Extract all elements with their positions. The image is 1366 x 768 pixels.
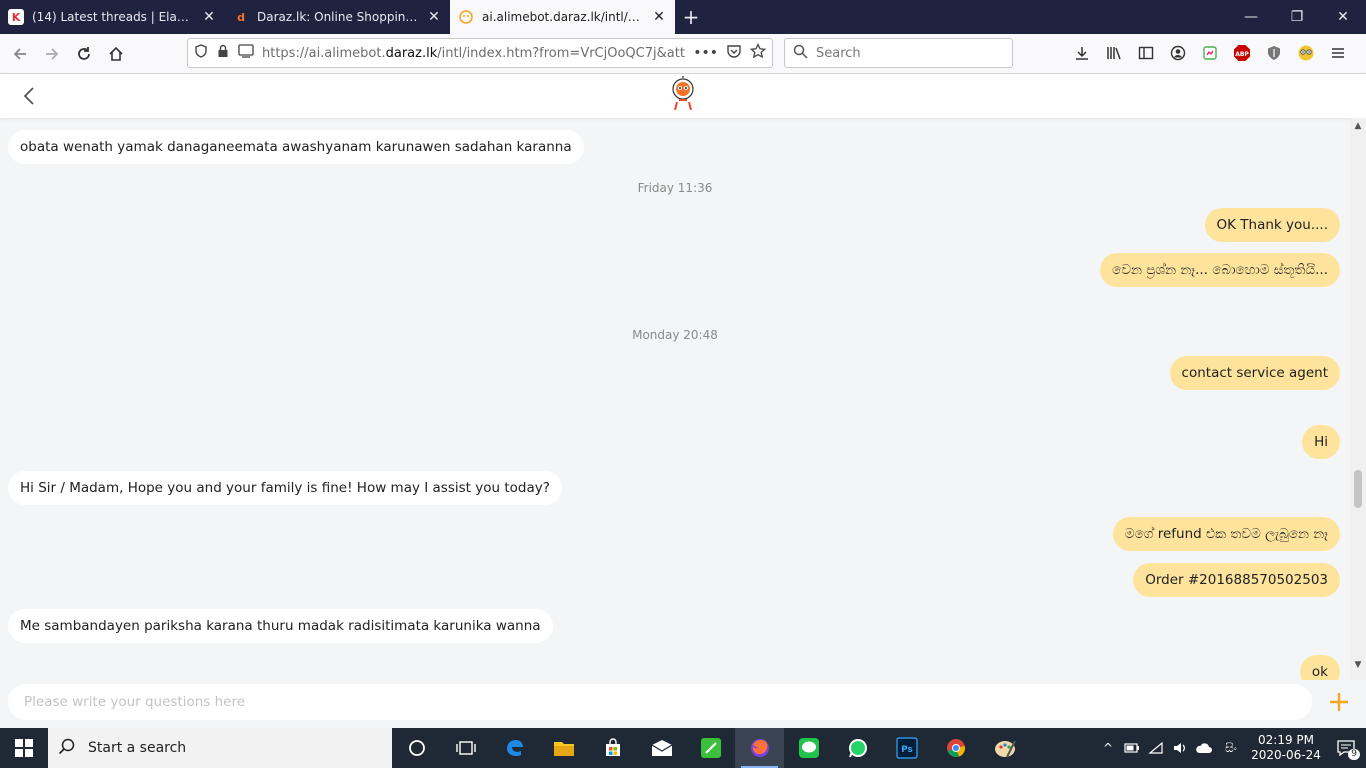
message-timestamp: Friday 11:36 [637,181,713,195]
bot-message: obata wenath yamak danaganeemata awashya… [8,130,584,164]
forward-arrow-icon[interactable] [36,38,68,70]
new-tab-button[interactable]: + [675,0,707,34]
user-message: මගේ refund එක තවම ලැබුනෙ නෑ [1112,517,1340,551]
whatsapp-icon[interactable] [833,728,882,768]
notification-center-icon[interactable]: 9 [1326,728,1366,768]
clock-time: 02:19 PM [1258,733,1314,747]
chevron-left-icon[interactable] [18,84,42,108]
url-text[interactable]: https://ai.alimebot.daraz.lk/intl/index.… [262,46,685,61]
windows-taskbar: Start a search Ps ^ සිං 02:19 PM 2020-06… [0,728,1366,768]
screenshot-extension-icon[interactable] [1194,38,1226,68]
search-bar[interactable]: Search [784,38,1013,68]
toolbar-icons: ABP [1066,38,1354,68]
chat-scrollbar[interactable]: ▲ ▼ [1350,118,1366,680]
user-message: ok [1299,655,1340,680]
window-controls: — ❐ ✕ [1228,0,1366,34]
browser-nav-bar: https://ai.alimebot.daraz.lk/intl/index.… [0,34,1366,74]
green-app-icon[interactable] [686,728,735,768]
search-icon [58,737,76,759]
taskbar-search-box[interactable]: Start a search [48,728,392,768]
paint-app-icon[interactable] [980,728,1029,768]
taskbar-search-text: Start a search [88,740,187,756]
line-messenger-icon[interactable] [784,728,833,768]
tab-close-icon[interactable]: ✕ [651,9,667,25]
tab-elakiri[interactable]: K (14) Latest threads | ElaKiri ✕ [0,0,225,34]
windows-start-icon[interactable] [0,728,48,768]
account-icon[interactable] [1162,38,1194,68]
tab-title: (14) Latest threads | ElaKiri [32,10,193,24]
tab-title: Daraz.lk: Online Shopping Sri Lanka [257,10,418,24]
microsoft-store-icon[interactable] [588,728,637,768]
user-message: Hi [1302,425,1340,459]
tab-daraz[interactable]: d Daraz.lk: Online Shopping Sri Lanka ✕ [225,0,450,34]
taskbar-clock[interactable]: 02:19 PM 2020-06-24 [1246,733,1326,763]
minimize-icon[interactable]: — [1228,0,1274,34]
plus-icon[interactable] [1324,687,1354,717]
volume-icon[interactable] [1168,728,1192,768]
tab-title: ai.alimebot.daraz.lk/intl/index.htm [482,10,643,24]
user-message: වෙන ප්‍රශ්න නෑ... බොහොම ස්තූතියි... [1100,253,1340,287]
bookmark-star-icon[interactable] [749,42,767,63]
scroll-up-icon[interactable]: ▲ [1352,121,1364,133]
lock-icon[interactable] [216,44,230,62]
user-message: contact service agent [1169,356,1340,390]
svg-text:Ps: Ps [901,745,913,755]
edge-browser-icon[interactable] [490,728,539,768]
daraz-favicon-icon: d [237,10,245,24]
browser-tab-bar: K (14) Latest threads | ElaKiri ✕ d Dara… [0,0,1366,34]
tab-alimebot[interactable]: ai.alimebot.daraz.lk/intl/index.htm ✕ [450,0,675,34]
notification-count-badge: 9 [1348,749,1360,760]
url-bar[interactable]: https://ai.alimebot.daraz.lk/intl/index.… [187,38,773,68]
scroll-down-icon[interactable]: ▼ [1352,660,1364,672]
agent-message: Me sambandayen pariksha karana thuru mad… [8,609,553,643]
agent-message: Hi Sir / Madam, Hope you and your family… [8,471,562,505]
home-icon[interactable] [100,38,132,70]
photoshop-icon[interactable]: Ps [882,728,931,768]
daraz-bot-logo-icon [669,76,697,116]
onedrive-cloud-icon[interactable] [1192,728,1216,768]
svg-text:ABP: ABP [1235,51,1249,58]
chrome-icon[interactable] [931,728,980,768]
hamburger-menu-icon[interactable] [1322,38,1354,68]
more-actions-icon[interactable]: ••• [693,45,718,61]
mail-icon[interactable] [637,728,686,768]
sidebar-icon[interactable] [1130,38,1162,68]
user-message: OK Thank you.... [1204,208,1340,242]
search-icon [793,44,808,63]
adblock-plus-icon[interactable]: ABP [1226,38,1258,68]
reload-icon[interactable] [68,38,100,70]
clock-date: 2020-06-24 [1251,748,1321,762]
battery-icon[interactable] [1120,728,1144,768]
restore-icon[interactable]: ❐ [1274,0,1320,34]
tab-close-icon[interactable]: ✕ [201,9,217,25]
user-message: Order #201688570502503 [1133,563,1340,597]
input-language[interactable]: සිං [1216,728,1246,768]
scroll-thumb[interactable] [1354,470,1362,508]
task-view-icon[interactable] [441,728,490,768]
download-icon[interactable] [1066,38,1098,68]
chat-message-list[interactable]: obata wenath yamak danaganeemata awashya… [0,118,1350,680]
search-placeholder: Search [816,45,861,61]
cortana-icon[interactable] [392,728,441,768]
pocket-icon[interactable] [726,43,742,63]
file-explorer-icon[interactable] [539,728,588,768]
wifi-icon[interactable] [1144,728,1168,768]
tab-close-icon[interactable]: ✕ [426,9,442,25]
shield-icon[interactable] [194,44,208,62]
library-icon[interactable] [1098,38,1130,68]
page-info-icon[interactable] [238,44,254,62]
message-timestamp: Monday 20:48 [632,328,718,342]
system-tray: ^ සිං 02:19 PM 2020-06-24 9 [1096,728,1366,768]
privacy-shield-icon[interactable] [1258,38,1290,68]
chevron-up-icon[interactable]: ^ [1096,728,1120,768]
close-window-icon[interactable]: ✕ [1320,0,1366,34]
elakiri-favicon-icon: K [8,9,24,25]
firefox-icon[interactable] [735,728,784,768]
chat-header [0,74,1366,118]
question-input[interactable] [8,684,1312,720]
alimebot-favicon-icon [458,9,474,25]
back-arrow-icon[interactable] [4,38,36,70]
chat-input-bar [0,680,1366,728]
translate-extension-icon[interactable] [1290,38,1322,68]
